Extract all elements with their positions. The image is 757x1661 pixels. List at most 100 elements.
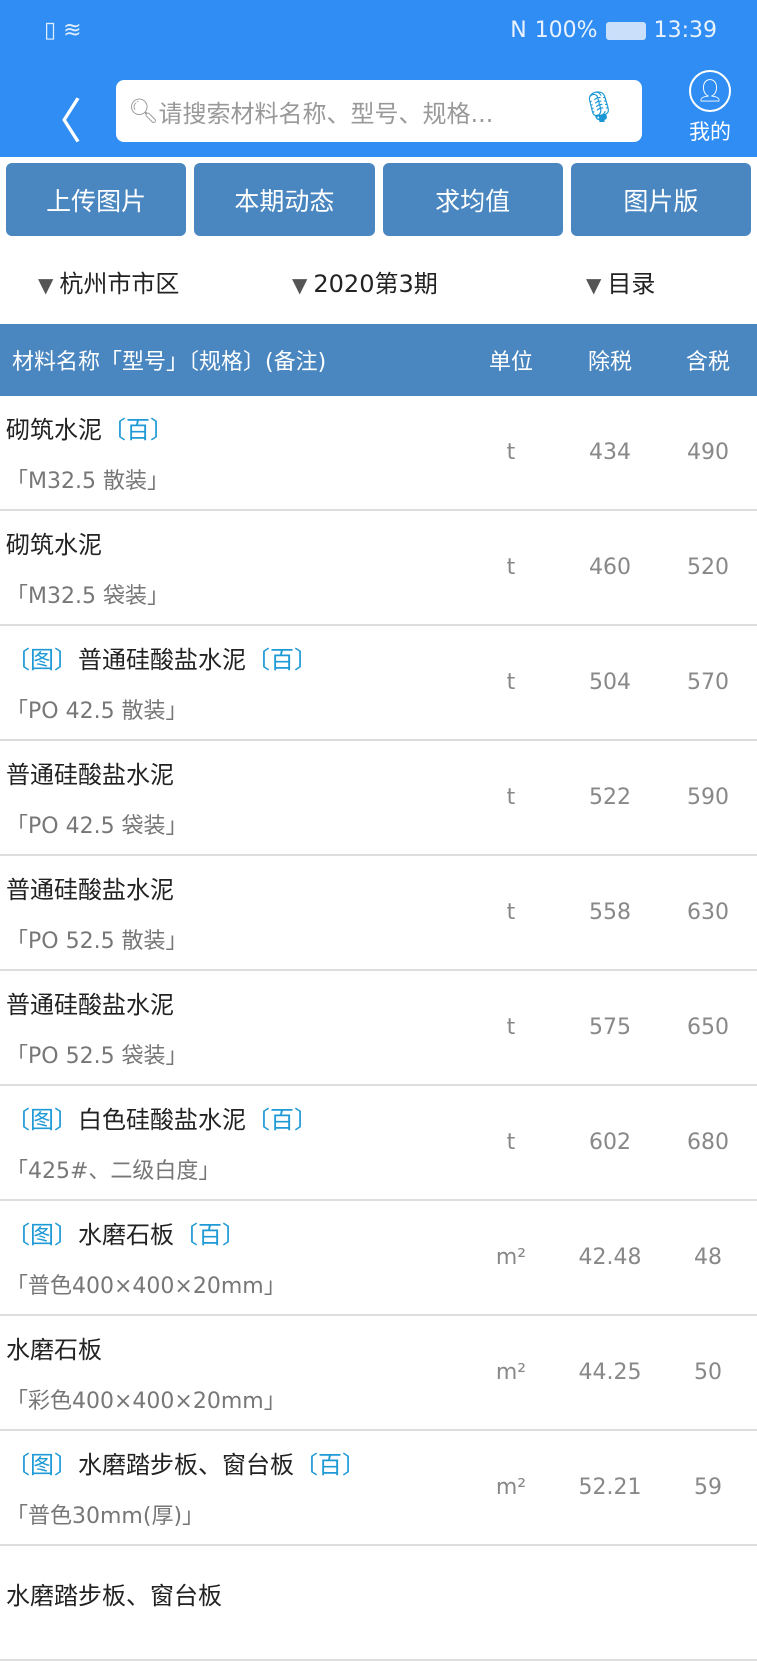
baike-tag[interactable]: 〔百〕 [102,416,174,444]
image-tag[interactable]: 〔图〕 [6,1106,78,1134]
image-tag[interactable]: 〔图〕 [6,1221,78,1249]
dropdown-triangle-icon: ▼ [586,273,602,297]
material-name: 水磨踏步板、窗台板 [78,1451,294,1479]
material-spec: 「PO 42.5 散装」 [6,699,188,724]
me-button[interactable]: 👤︎ 我的 [689,70,731,146]
unit: t [506,785,516,810]
app-header: ▯ ≋ N 100% 13:39 〈 🔍︎ 请搜索材料名称、型号、规格... 🎙… [0,0,757,157]
region-dropdown[interactable]: ▼ 杭州市市区 [38,264,179,299]
image-tag[interactable]: 〔图〕 [6,646,78,674]
image-version-button[interactable]: 图片版 [570,163,751,236]
dropdown-triangle-icon: ▼ [292,273,308,297]
period-news-button[interactable]: 本期动态 [194,163,375,236]
table-header: 材料名称「型号」〔规格〕(备注) 单位 除税 含税 [0,324,757,396]
unit: m² [495,1475,527,1500]
microphone-icon[interactable]: 🎙︎ [580,90,618,125]
table-row[interactable]: 水磨踏步板、窗台板 [0,1546,757,1661]
back-button[interactable]: 〈 [34,82,82,152]
period-dropdown[interactable]: ▼ 2020第3期 [292,264,438,299]
material-spec: 「PO 52.5 散装」 [6,929,188,954]
table-row[interactable]: 〔图〕水磨石板〔百〕 「普色400×400×20mm」 m² 42.48 48 [0,1201,757,1316]
price-ex-tax: 460 [589,555,631,580]
price-inc-tax: 630 [687,900,729,925]
price-ex-tax: 558 [589,900,631,925]
material-name: 砌筑水泥 [6,416,102,444]
table-row[interactable]: 〔图〕普通硅酸盐水泥〔百〕 「PO 42.5 散装」 t 504 570 [0,626,757,741]
material-spec: 「PO 42.5 袋装」 [6,814,188,839]
nfc-icon: N [510,18,527,43]
catalog-dropdown[interactable]: ▼ 目录 [586,264,655,299]
material-name: 普通硅酸盐水泥 [6,876,174,904]
signal-wifi-icon: ▯ ≋ [44,18,82,43]
price-ex-tax: 42.48 [578,1245,642,1270]
average-button[interactable]: 求均值 [382,163,563,236]
region-value: 杭州市市区 [59,270,180,298]
unit: t [506,900,516,925]
material-name: 水磨石板 [6,1336,102,1364]
baike-tag[interactable]: 〔百〕 [174,1221,246,1249]
material-name: 白色硅酸盐水泥 [78,1106,246,1134]
baike-tag[interactable]: 〔百〕 [246,646,318,674]
material-list: 砌筑水泥〔百〕 「M32.5 散装」 t 434 490 砌筑水泥 「M32.5… [0,396,757,1661]
material-spec: 「普色30mm(厚)」 [6,1504,205,1529]
price-inc-tax: 650 [687,1015,729,1040]
table-row[interactable]: 〔图〕白色硅酸盐水泥〔百〕 「425#、二级白度」 t 602 680 [0,1086,757,1201]
price-inc-tax: 570 [687,670,729,695]
price-ex-tax: 602 [589,1130,631,1155]
material-name: 水磨踏步板、窗台板 [6,1582,222,1610]
table-row[interactable]: 普通硅酸盐水泥 「PO 42.5 袋装」 t 522 590 [0,741,757,856]
upload-image-button[interactable]: 上传图片 [6,163,187,236]
table-row[interactable]: 普通硅酸盐水泥 「PO 52.5 散装」 t 558 630 [0,856,757,971]
price-inc-tax: 59 [694,1475,722,1500]
material-name: 砌筑水泥 [6,531,102,559]
material-spec: 「PO 52.5 袋装」 [6,1044,188,1069]
price-ex-tax: 52.21 [578,1475,642,1500]
price-inc-tax: 520 [687,555,729,580]
material-spec: 「彩色400×400×20mm」 [6,1389,286,1414]
material-spec: 「M32.5 散装」 [6,469,169,494]
header-name: 材料名称「型号」〔规格〕(备注) [12,350,327,375]
unit: t [506,555,516,580]
battery-icon [605,21,646,40]
baike-tag[interactable]: 〔百〕 [246,1106,318,1134]
price-inc-tax: 590 [687,785,729,810]
material-name: 普通硅酸盐水泥 [6,991,174,1019]
price-inc-tax: 48 [694,1245,722,1270]
price-ex-tax: 504 [589,670,631,695]
baike-tag[interactable]: 〔百〕 [294,1451,366,1479]
price-ex-tax: 522 [589,785,631,810]
unit: m² [495,1245,527,1270]
table-row[interactable]: 砌筑水泥 「M32.5 袋装」 t 460 520 [0,511,757,626]
price-inc-tax: 50 [694,1360,722,1385]
search-input[interactable]: 🔍︎ 请搜索材料名称、型号、规格... 🎙︎ [116,80,642,142]
header-inc-tax: 含税 [685,350,730,375]
battery-percent: 100% [534,18,598,43]
header-unit: 单位 [488,350,533,375]
material-spec: 「M32.5 袋装」 [6,584,169,609]
dropdown-triangle-icon: ▼ [38,273,54,297]
header-ex-tax: 除税 [587,350,632,375]
unit: t [506,1015,516,1040]
unit: t [506,440,516,465]
table-row[interactable]: 普通硅酸盐水泥 「PO 52.5 袋装」 t 575 650 [0,971,757,1086]
material-name: 普通硅酸盐水泥 [78,646,246,674]
table-row[interactable]: 砌筑水泥〔百〕 「M32.5 散装」 t 434 490 [0,396,757,511]
table-row[interactable]: 〔图〕水磨踏步板、窗台板〔百〕 「普色30mm(厚)」 m² 52.21 59 [0,1431,757,1546]
search-icon: 🔍︎ [128,97,159,125]
material-spec: 「425#、二级白度」 [6,1159,221,1184]
catalog-value: 目录 [607,270,656,298]
unit: t [506,1130,516,1155]
price-inc-tax: 490 [687,440,729,465]
status-bar: ▯ ≋ N 100% 13:39 [0,0,757,64]
unit: m² [495,1360,527,1385]
price-ex-tax: 434 [589,440,631,465]
material-spec: 「普色400×400×20mm」 [6,1274,286,1299]
price-ex-tax: 575 [589,1015,631,1040]
user-avatar-icon: 👤︎ [689,70,731,112]
search-placeholder: 请搜索材料名称、型号、规格... [158,99,494,128]
table-row[interactable]: 水磨石板 「彩色400×400×20mm」 m² 44.25 50 [0,1316,757,1431]
price-ex-tax: 44.25 [578,1360,642,1385]
period-value: 2020第3期 [313,270,438,298]
price-inc-tax: 680 [687,1130,729,1155]
image-tag[interactable]: 〔图〕 [6,1451,78,1479]
